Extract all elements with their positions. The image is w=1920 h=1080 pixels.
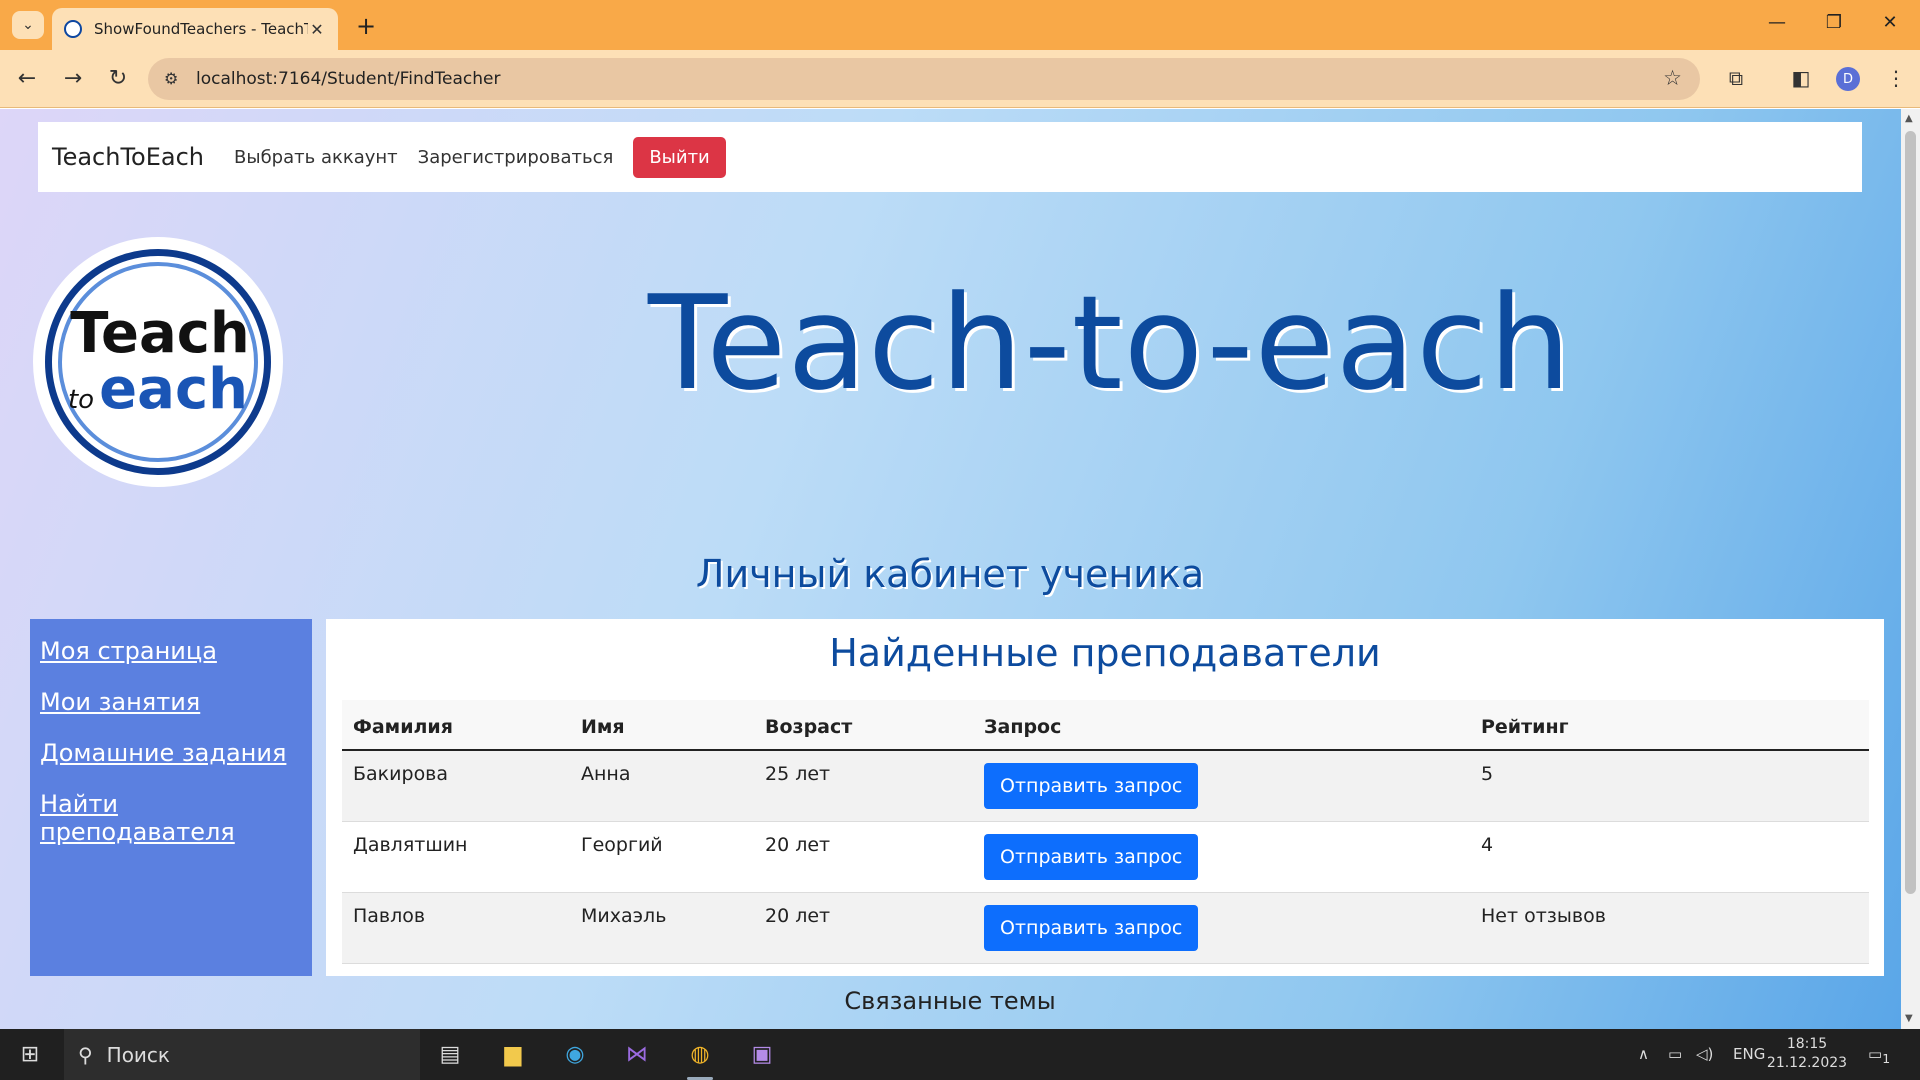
search-icon: ⚲ xyxy=(78,1042,93,1067)
edge-browser-icon[interactable]: ◉ xyxy=(559,1042,591,1067)
site-navbar: TeachToEach Выбрать аккаунт Зарегистриро… xyxy=(38,122,1862,192)
menu-dots-icon[interactable]: ⋮ xyxy=(1882,66,1910,90)
nav-link-choose-account[interactable]: Выбрать аккаунт xyxy=(234,147,398,168)
chevron-down-icon: ⌄ xyxy=(22,17,34,33)
column-header-age: Возраст xyxy=(754,700,973,751)
browser-toolbar: ← → ↻ ⚙ localhost:7164/Student/FindTeach… xyxy=(0,50,1920,108)
column-header-rating: Рейтинг xyxy=(1470,700,1869,751)
favicon-icon xyxy=(64,20,82,38)
column-header-name: Имя xyxy=(570,700,754,751)
sidebar-item-my-page[interactable]: Моя страница xyxy=(40,637,302,665)
cell-rating: 4 xyxy=(1470,821,1869,893)
show-hidden-icons-icon[interactable]: ∧ xyxy=(1638,1045,1649,1063)
sidebar-item-my-lessons[interactable]: Мои занятия xyxy=(40,688,302,716)
windows-start-icon[interactable]: ⊞ xyxy=(14,1042,46,1067)
extensions-icon[interactable]: ⧉ xyxy=(1722,66,1750,90)
clock-date: 21.12.2023 xyxy=(1766,1055,1848,1071)
column-header-request: Запрос xyxy=(973,700,1470,751)
file-explorer-icon[interactable]: ▆ xyxy=(497,1042,529,1067)
clock-time: 18:15 xyxy=(1786,1036,1828,1052)
panel-heading: Найденные преподаватели xyxy=(829,631,1381,675)
profile-avatar[interactable]: D xyxy=(1836,67,1860,91)
table-row: Бакирова Анна 25 лет Отправить запрос 5 xyxy=(342,750,1869,822)
cell-name: Михаэль xyxy=(570,892,754,964)
send-request-button[interactable]: Отправить запрос xyxy=(984,905,1199,951)
scrollbar-thumb[interactable] xyxy=(1905,131,1916,894)
visual-studio-icon[interactable]: ⋈ xyxy=(621,1042,653,1067)
new-tab-button[interactable]: + xyxy=(354,12,378,40)
forward-icon[interactable]: → xyxy=(58,66,88,91)
url-text: localhost:7164/Student/FindTeacher xyxy=(196,69,501,89)
taskbar-search-label: Поиск xyxy=(106,1042,171,1067)
table-row: Павлов Михаэль 20 лет Отправить запрос Н… xyxy=(342,892,1869,964)
logo-teach-text: Teach xyxy=(70,301,250,366)
cell-surname: Давлятшин xyxy=(342,821,570,893)
found-teachers-panel: Найденные преподаватели Фамилия Имя Возр… xyxy=(326,619,1884,976)
logo-to-text: to xyxy=(67,385,95,415)
tab-search-dropdown[interactable]: ⌄ xyxy=(12,11,44,39)
cell-rating: Нет отзывов xyxy=(1470,892,1869,964)
minimize-icon[interactable]: — xyxy=(1762,12,1792,33)
cell-request: Отправить запрос xyxy=(973,750,1470,822)
sidebar-item-homework[interactable]: Домашние задания xyxy=(40,739,302,767)
site-logo: Teach to each xyxy=(33,237,283,487)
site-settings-icon[interactable]: ⚙ xyxy=(164,69,178,88)
notification-count: 1 xyxy=(1882,1051,1891,1066)
volume-icon[interactable]: ◁) xyxy=(1696,1045,1713,1063)
cell-surname: Бакирова xyxy=(342,750,570,822)
side-panel-icon[interactable]: ◧ xyxy=(1787,66,1815,90)
cell-surname: Павлов xyxy=(342,892,570,964)
battery-icon[interactable]: ▭ xyxy=(1668,1045,1682,1063)
tab-close-icon[interactable]: ✕ xyxy=(308,20,326,39)
cell-name: Анна xyxy=(570,750,754,822)
language-indicator[interactable]: ENG xyxy=(1733,1045,1765,1063)
logo-wordmark: Teach to each xyxy=(66,306,250,418)
scroll-up-icon[interactable]: ▲ xyxy=(1905,113,1913,124)
back-icon[interactable]: ← xyxy=(12,66,42,91)
restore-icon[interactable]: ❐ xyxy=(1819,12,1849,33)
reload-icon[interactable]: ↻ xyxy=(103,66,133,91)
cell-age: 20 лет xyxy=(754,892,973,964)
sidebar-item-find-teacher[interactable]: Найти преподавателя xyxy=(40,790,302,846)
window-close-icon[interactable]: ✕ xyxy=(1875,12,1905,33)
table-header-row: Фамилия Имя Возраст Запрос Рейтинг xyxy=(342,700,1869,751)
terminal-icon[interactable]: ▣ xyxy=(746,1042,778,1067)
task-view-icon[interactable]: ▤ xyxy=(434,1042,466,1067)
notifications-icon[interactable]: ▭1 xyxy=(1868,1045,1890,1066)
tab-title: ShowFoundTeachers - TeachToE xyxy=(94,20,308,38)
browser-tab[interactable]: ShowFoundTeachers - TeachToE ✕ xyxy=(52,8,338,50)
page-viewport: TeachToEach Выбрать аккаунт Зарегистриро… xyxy=(0,109,1901,1029)
cell-name: Георгий xyxy=(570,821,754,893)
cell-age: 25 лет xyxy=(754,750,973,822)
column-header-surname: Фамилия xyxy=(342,700,570,751)
cell-request: Отправить запрос xyxy=(973,892,1470,964)
taskbar-search[interactable]: ⚲ Поиск xyxy=(64,1029,420,1080)
cell-request: Отправить запрос xyxy=(973,821,1470,893)
cabinet-title: Личный кабинет ученика xyxy=(695,552,1205,596)
logout-button[interactable]: Выйти xyxy=(633,136,726,178)
scroll-down-icon[interactable]: ▼ xyxy=(1905,1013,1913,1024)
cell-age: 20 лет xyxy=(754,821,973,893)
chrome-icon[interactable]: ◍ xyxy=(684,1042,716,1067)
send-request-button[interactable]: Отправить запрос xyxy=(984,834,1199,880)
send-request-button[interactable]: Отправить запрос xyxy=(984,763,1199,809)
cell-rating: 5 xyxy=(1470,750,1869,822)
bookmark-star-icon[interactable]: ☆ xyxy=(1663,66,1682,90)
address-bar[interactable]: ⚙ localhost:7164/Student/FindTeacher ☆ xyxy=(148,58,1700,100)
page-scrollbar[interactable]: ▲ ▼ xyxy=(1901,109,1920,1029)
nav-link-register[interactable]: Зарегистрироваться xyxy=(418,147,614,168)
table-row: Давлятшин Георгий 20 лет Отправить запро… xyxy=(342,821,1869,893)
related-topics-heading: Связанные темы xyxy=(844,987,1056,1015)
student-sidebar: Моя страница Мои занятия Домашние задани… xyxy=(30,619,312,976)
windows-taskbar: ⊞ ⚲ Поиск ▤ ▆ ◉ ⋈ ◍ ▣ ∧ ▭ ◁) ENG 18:15 2… xyxy=(0,1029,1920,1080)
browser-tab-strip: ⌄ ShowFoundTeachers - TeachToE ✕ + — ❐ ✕ xyxy=(0,0,1920,50)
logo-each-text: each xyxy=(99,357,249,422)
taskbar-clock[interactable]: 18:15 21.12.2023 xyxy=(1762,1035,1852,1073)
hero-title: Teach-to-each xyxy=(647,267,1573,419)
teachers-table: Фамилия Имя Возраст Запрос Рейтинг Бакир… xyxy=(342,700,1869,964)
brand-link[interactable]: TeachToEach xyxy=(52,143,204,171)
